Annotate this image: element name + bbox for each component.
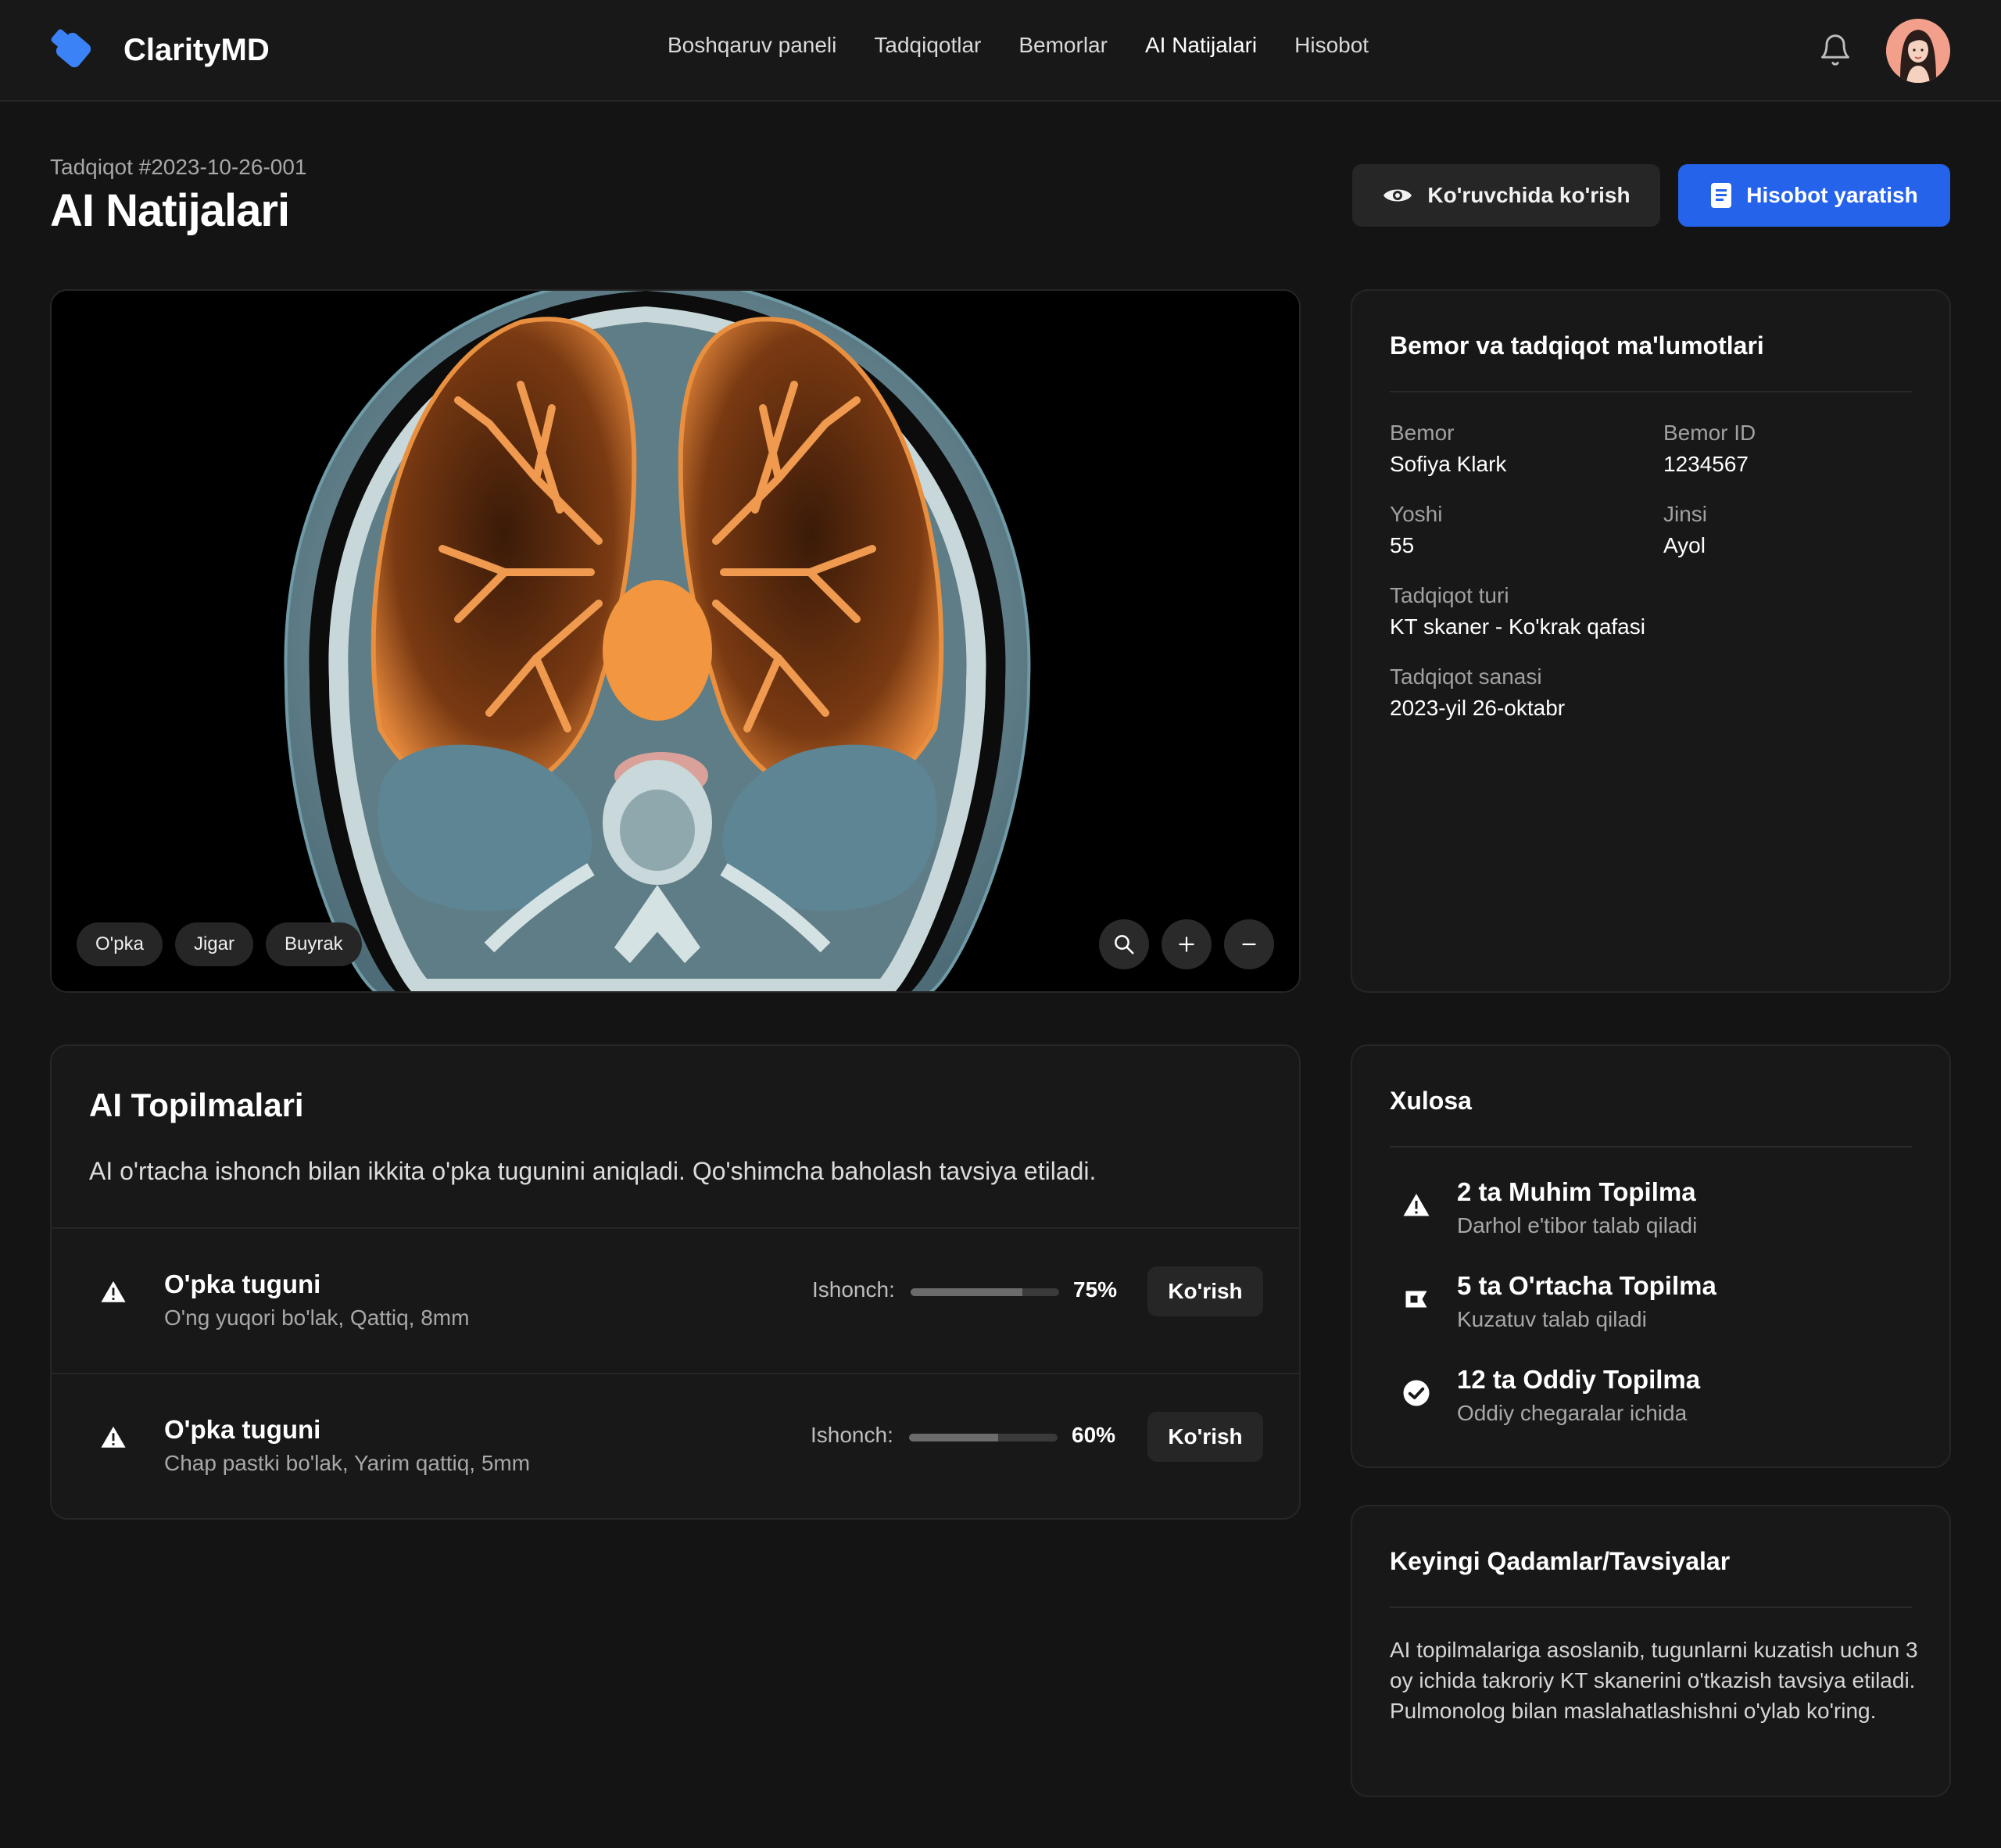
confidence-bar [909,1434,1058,1442]
summary-card: Xulosa 2 ta Muhim Topilma Darhol e'tibor… [1351,1044,1951,1468]
chip-liver[interactable]: Jigar [174,922,253,966]
bell-icon[interactable] [1818,33,1852,67]
study-date-value: 2023-yil 26-oktabr [1390,696,1566,720]
patient-id-value: 1234567 [1663,452,1749,476]
divider [1390,1606,1912,1608]
chip-kidney[interactable]: Buyrak [265,922,362,966]
age-value: 55 [1390,533,1415,557]
zoom-out-icon [1242,943,1256,946]
view-finding-button[interactable]: Ko'rish [1147,1266,1263,1316]
nav-item-report[interactable]: Hisobot [1294,33,1369,58]
ai-findings-title: AI Topilmalari [89,1087,304,1123]
check-circle-icon [1403,1380,1430,1406]
avatar[interactable] [1886,19,1950,83]
summary-item-moderate: 5 ta O'rtacha Topilma Kuzatuv talab qila… [1390,1271,1937,1349]
ct-image-viewer[interactable]: O'pka Jigar Buyrak [50,289,1301,993]
search-button[interactable] [1099,919,1149,969]
chip-lung[interactable]: O'pka [77,922,163,966]
finding-name: O'pka tuguni [164,1415,321,1444]
zoom-in-button[interactable] [1162,919,1212,969]
finding-row: O'pka tuguni O'ng yuqori bo'lak, Qattiq,… [52,1227,1299,1373]
confidence-bar-fill [909,1434,998,1442]
view-in-viewer-button[interactable]: Ko'ruvchida ko'rish [1352,164,1660,227]
zoom-in-icon [1179,937,1194,952]
nav-item-studies[interactable]: Tadqiqotlar [874,33,981,58]
ai-findings-card: AI Topilmalari AI o'rtacha ishonch bilan… [50,1044,1301,1520]
main-nav: Boshqaruv paneli Tadqiqotlar Bemorlar AI… [668,33,1369,58]
study-date-label: Tadqiqot sanasi [1390,664,1542,689]
summary-item-subtitle: Darhol e'tibor talab qiladi [1457,1213,1698,1237]
summary-item-title: 12 ta Oddiy Topilma [1457,1365,1701,1394]
age-label: Yoshi [1390,502,1443,526]
confidence-label: Ishonch: [812,1277,895,1302]
confidence-label: Ishonch: [811,1423,893,1447]
confidence-value: 75% [1073,1277,1118,1302]
study-type-label: Tadqiqot turi [1390,583,1509,607]
divider [1390,391,1912,392]
document-icon [1711,183,1732,208]
finding-detail: O'ng yuqori bo'lak, Qattiq, 8mm [164,1305,470,1330]
confidence-bar [911,1288,1059,1296]
avatar-image [1886,19,1950,83]
generate-report-button[interactable]: Hisobot yaratish [1678,164,1950,227]
organ-filter-chips: O'pka Jigar Buyrak [77,922,362,966]
logo-icon [51,29,91,68]
patient-info-title: Bemor va tadqiqot ma'lumotlari [1390,331,1764,360]
confidence-value: 60% [1072,1423,1116,1447]
generate-report-label: Hisobot yaratish [1746,183,1918,207]
summary-title: Xulosa [1390,1087,1472,1115]
warning-icon [1403,1194,1430,1216]
ai-findings-description: AI o'rtacha ishonch bilan ikkita o'pka t… [89,1157,1097,1185]
patient-id-label: Bemor ID [1663,421,1756,445]
eye-icon [1384,189,1412,202]
top-bar: ClarityMD Boshqaruv paneli Tadqiqotlar B… [0,0,2001,102]
sex-label: Jinsi [1663,502,1708,526]
study-type-value: KT skaner - Ko'krak qafasi [1390,614,1645,639]
viewer-toolbar [1099,919,1274,969]
warning-icon [101,1426,126,1448]
next-steps-card: Keyingi Qadamlar/Tavsiyalar AI topilmala… [1351,1505,1951,1797]
nav-item-dashboard[interactable]: Boshqaruv paneli [668,33,836,58]
recommendation-text: AI topilmalariga asoslanib, tugunlarni k… [1390,1638,1918,1723]
warning-icon [101,1280,126,1302]
finding-row: O'pka tuguni Chap pastki bo'lak, Yarim q… [52,1373,1299,1518]
patient-name-value: Sofiya Klark [1390,452,1507,476]
nav-item-patients[interactable]: Bemorlar [1018,33,1108,58]
next-steps-title: Keyingi Qadamlar/Tavsiyalar [1390,1547,1731,1575]
finding-detail: Chap pastki bo'lak, Yarim qattiq, 5mm [164,1451,531,1475]
study-id: Tadqiqot #2023-10-26-001 [50,155,307,179]
summary-item-normal: 12 ta Oddiy Topilma Oddiy chegaralar ich… [1390,1365,1937,1443]
patient-name-label: Bemor [1390,421,1455,445]
divider [1390,1146,1912,1148]
nav-item-ai-results[interactable]: AI Natijalari [1145,33,1257,58]
confidence-bar-fill [911,1288,1022,1296]
view-in-viewer-label: Ko'ruvchida ko'rish [1427,183,1631,207]
finding-name: O'pka tuguni [164,1270,321,1298]
sex-value: Ayol [1663,533,1706,557]
summary-item-subtitle: Oddiy chegaralar ichida [1457,1401,1688,1425]
search-icon [1115,935,1134,954]
logo[interactable]: ClarityMD [48,25,270,75]
flag-icon [1405,1291,1427,1308]
ct-scan-image [52,291,1299,991]
view-finding-button[interactable]: Ko'rish [1147,1412,1263,1462]
summary-item-critical: 2 ta Muhim Topilma Darhol e'tibor talab … [1390,1177,1937,1255]
summary-item-title: 5 ta O'rtacha Topilma [1457,1271,1716,1300]
summary-item-title: 2 ta Muhim Topilma [1457,1177,1696,1206]
patient-info-card: Bemor va tadqiqot ma'lumotlari Bemor Sof… [1351,289,1951,993]
summary-item-subtitle: Kuzatuv talab qiladi [1457,1307,1647,1331]
zoom-out-button[interactable] [1224,919,1274,969]
page-title: AI Natijalari [50,185,290,236]
brand-name: ClarityMD [123,32,270,67]
